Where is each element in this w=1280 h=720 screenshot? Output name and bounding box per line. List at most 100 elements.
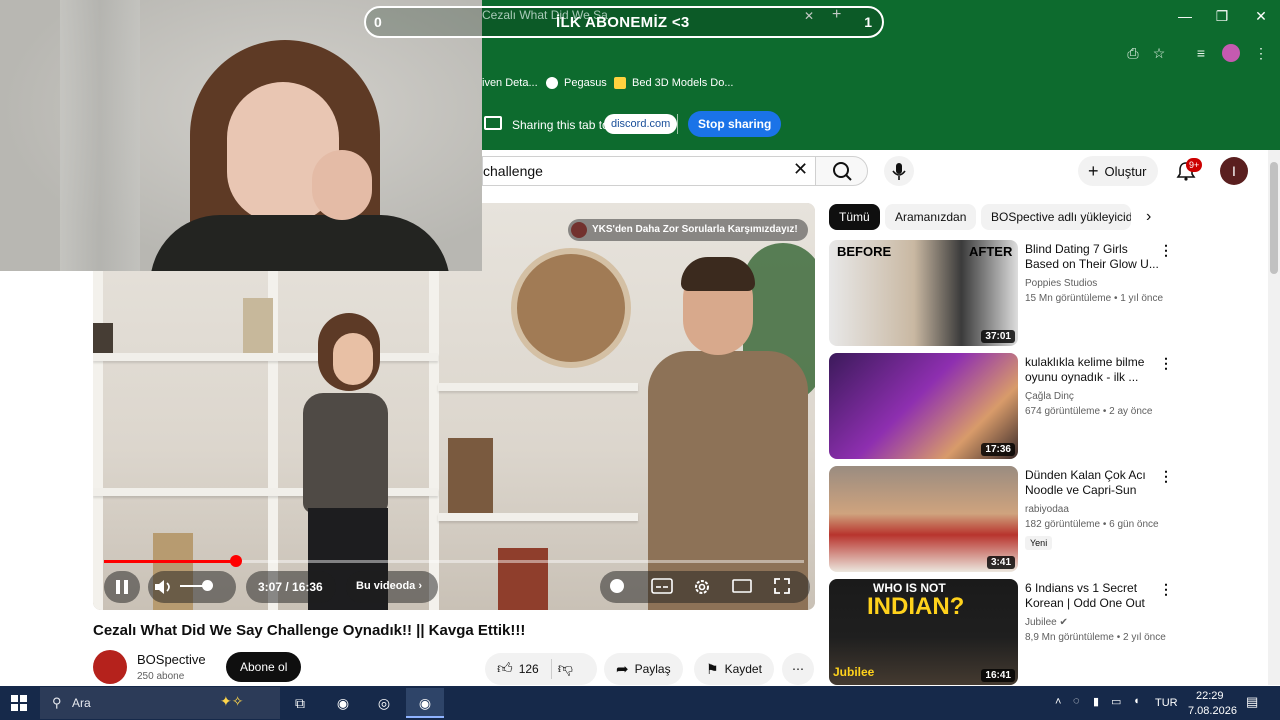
obs-app-icon[interactable]: ◎ (365, 688, 403, 718)
page-scrollbar[interactable] (1268, 150, 1280, 685)
subtitles-icon[interactable] (651, 577, 673, 595)
man-figure (648, 257, 808, 610)
book-stack (93, 323, 113, 353)
profile-icon[interactable] (1222, 44, 1240, 62)
search-box[interactable] (482, 156, 815, 186)
stop-sharing-button[interactable]: Stop sharing (688, 111, 782, 137)
rec-thumbnail[interactable]: WHO IS NOT INDIAN? Jubilee 16:41 (829, 579, 1018, 685)
rec-title[interactable]: 6 Indians vs 1 Secret Korean | Odd One O… (1025, 581, 1160, 611)
search-input[interactable] (483, 157, 783, 185)
volume-control[interactable] (148, 571, 236, 603)
rec-item[interactable]: WHO IS NOT INDIAN? Jubilee 16:41 6 India… (829, 579, 1267, 685)
voice-search-button[interactable] (884, 156, 914, 186)
notifications-icon[interactable]: ▤ (1246, 694, 1258, 710)
rec-title[interactable]: Blind Dating 7 Girls Based on Their Glow… (1025, 242, 1160, 272)
rec-channel[interactable]: Jubilee ✔ (1025, 617, 1068, 628)
play-pause-button[interactable] (104, 571, 140, 603)
menu-dots-icon[interactable]: ⋮ (1252, 44, 1270, 62)
taskbar-search[interactable]: ⚲ Ara ✦✧ (40, 687, 280, 719)
thumb-text: INDIAN? (867, 593, 965, 620)
clear-search-icon[interactable]: ✕ (793, 159, 808, 180)
video-annotation-banner[interactable]: YKS'den Daha Zor Sorularla Karşımızdayız… (568, 219, 808, 241)
theater-mode-icon[interactable] (732, 578, 752, 594)
task-view-icon[interactable]: ⧉ (281, 688, 319, 718)
rec-item[interactable]: 17:36 kulaklıkla kelime bilme oyunu oyna… (829, 353, 1267, 459)
decor-disc (511, 248, 631, 368)
channel-name[interactable]: BOSpective (137, 652, 206, 667)
share-button[interactable]: ➦ Paylaş (604, 653, 683, 685)
webcam-overlay (0, 0, 482, 271)
save-button[interactable]: ⚑ Kaydet (694, 653, 774, 685)
maximize-icon[interactable]: ❐ (1212, 8, 1232, 25)
book-stack (448, 438, 493, 513)
chrome-app-icon[interactable]: ◉ (324, 688, 362, 718)
rec-thumbnail[interactable]: 17:36 (829, 353, 1018, 459)
like-count[interactable]: 126 (519, 662, 539, 676)
notification-badge: 9+ (1186, 158, 1203, 172)
minimize-icon[interactable]: — (1175, 8, 1195, 24)
create-label: Oluştur (1104, 163, 1147, 179)
rec-thumbnail[interactable]: 3:41 (829, 466, 1018, 572)
bookmark-item[interactable]: Bed 3D Models Do... (614, 77, 734, 89)
kebab-menu-icon[interactable]: ⋮ (1159, 468, 1173, 485)
bookmark-icon: ⚑ (706, 660, 719, 677)
battery-icon[interactable]: ▭ (1111, 695, 1121, 708)
chrome-active-icon[interactable]: ◉ (406, 688, 444, 718)
bookmark-item[interactable]: iven Deta... (482, 77, 538, 89)
like-icon[interactable]: 👍︎ (497, 660, 513, 678)
more-dots-icon: ⋯ (792, 662, 804, 676)
bookmark-star-icon[interactable]: ☆ (1150, 44, 1168, 62)
language-indicator[interactable]: TUR (1155, 697, 1178, 709)
tray-chevron-icon[interactable]: ˄ (1055, 696, 1061, 708)
rec-item[interactable]: 3:41 Dünden Kalan Çok Acı Noodle ve Capr… (829, 466, 1267, 572)
subscribe-button[interactable]: Abone ol (226, 652, 302, 682)
speaker-icon[interactable]: ◖ (1133, 695, 1140, 707)
network-icon[interactable]: ◌ (1073, 695, 1080, 707)
rec-thumbnail[interactable]: BEFORE AFTER 37:01 (829, 240, 1018, 346)
share-target[interactable]: discord.com (604, 114, 678, 134)
screen: Cezalı What Did We Sa ✕ + — ❐ ✕ ⎙ ☆ ≡ ⋮ … (0, 0, 1280, 720)
install-app-icon[interactable]: ⎙ (1124, 44, 1142, 62)
close-window-icon[interactable]: ✕ (1251, 8, 1271, 25)
windows-start-icon[interactable] (11, 695, 27, 711)
chip-all[interactable]: Tümü (829, 204, 880, 230)
divider (550, 659, 552, 679)
channel-avatar[interactable] (93, 650, 127, 684)
chevron-right-icon[interactable]: › (1146, 208, 1151, 226)
volume-knob[interactable] (202, 580, 213, 591)
kebab-menu-icon[interactable]: ⋮ (1159, 581, 1173, 598)
search-button[interactable] (815, 156, 868, 186)
plus-icon: + (1088, 160, 1099, 181)
rec-title[interactable]: kulaklıkla kelime bilme oyunu oynadık - … (1025, 355, 1160, 385)
fullscreen-icon[interactable] (773, 577, 791, 595)
screen-share-icon (484, 116, 502, 130)
dislike-icon[interactable]: 👎︎ (558, 660, 573, 678)
book-stack (243, 298, 273, 353)
kebab-menu-icon[interactable]: ⋮ (1159, 355, 1173, 372)
media-controls-icon[interactable]: ≡ (1192, 44, 1210, 62)
thumb-text: AFTER (969, 244, 1013, 259)
more-actions-button[interactable]: ⋯ (782, 653, 814, 685)
progress-scrubber[interactable] (230, 555, 242, 567)
clock-date[interactable]: 7.08.2026 (1188, 705, 1237, 717)
create-button[interactable]: + Oluştur (1078, 156, 1159, 186)
kebab-menu-icon[interactable]: ⋮ (1159, 242, 1173, 259)
rec-channel[interactable]: Çağla Dinç (1025, 391, 1074, 402)
scroll-thumb[interactable] (1270, 162, 1278, 274)
rec-title[interactable]: Dünden Kalan Çok Acı Noodle ve Capri-Sun (1025, 468, 1160, 498)
rec-meta: 15 Mn görüntüleme • 1 yıl önce (1025, 293, 1164, 304)
rec-channel[interactable]: rabiyodaa (1025, 504, 1069, 515)
chip-channel[interactable]: BOSpective adlı yükleyiciden (981, 204, 1131, 230)
share-text: Sharing this tab to (512, 118, 609, 132)
chip-from-search[interactable]: Aramanızdan (885, 204, 977, 230)
clock-time[interactable]: 22:29 (1196, 690, 1224, 702)
divider (677, 114, 678, 134)
account-avatar[interactable]: I (1220, 157, 1248, 185)
settings-gear-icon[interactable] (692, 577, 712, 597)
rec-meta: 8,9 Mn görüntüleme • 2 yıl önce (1025, 632, 1166, 643)
microphone-tray-icon[interactable]: ▮ (1093, 695, 1099, 708)
autoplay-toggle[interactable] (610, 579, 624, 593)
bookmark-item[interactable]: Pegasus (546, 77, 607, 89)
rec-item[interactable]: BEFORE AFTER 37:01 Blind Dating 7 Girls … (829, 240, 1267, 346)
rec-channel[interactable]: Poppies Studios (1025, 278, 1097, 289)
